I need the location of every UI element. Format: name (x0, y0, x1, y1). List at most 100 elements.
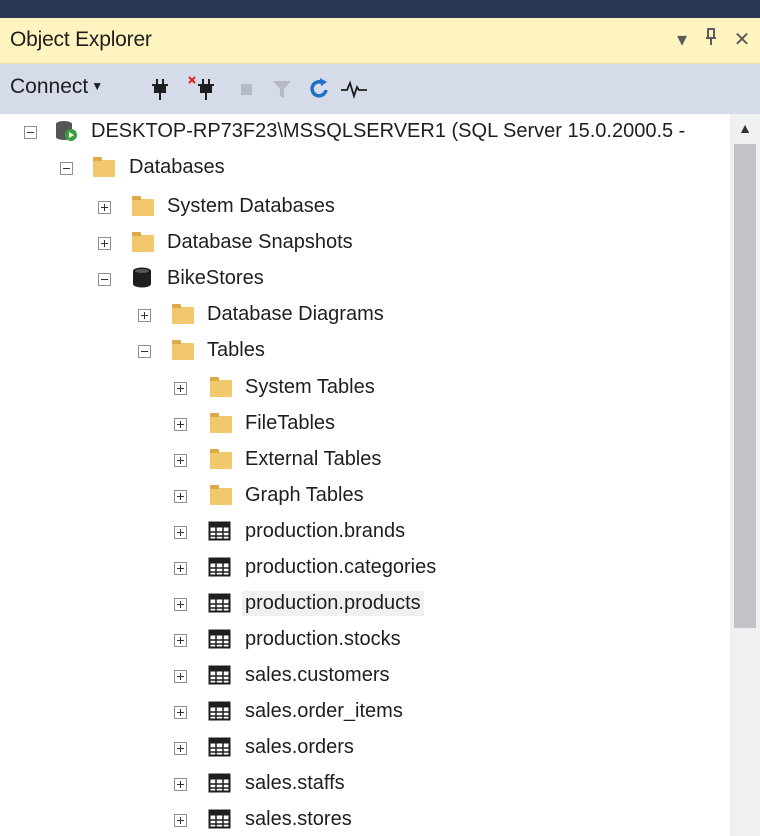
expand-toggle[interactable] (98, 237, 111, 250)
databases-label: Databases (129, 156, 225, 178)
folder-icon (172, 304, 194, 324)
chevron-down-icon: ▼ (91, 79, 104, 93)
tree-node-database-snapshots[interactable]: Database Snapshots (0, 225, 730, 261)
table-label: production.stocks (245, 628, 401, 650)
expand-toggle[interactable] (98, 201, 111, 214)
collapse-toggle[interactable] (24, 126, 37, 139)
table-icon (208, 700, 232, 722)
object-explorer-tree: DESKTOP-RP73F23\MSSQLSERVER1 (SQL Server… (0, 114, 730, 836)
tree-node-table[interactable]: production.brands (0, 514, 730, 550)
tree-node-system-tables[interactable]: System Tables (0, 370, 730, 406)
tree-node-filetables[interactable]: FileTables (0, 406, 730, 442)
server-connected-icon (54, 120, 78, 142)
object-explorer-toolbar: Connect ▼ (0, 64, 760, 114)
table-icon (208, 592, 232, 614)
tree-node-table[interactable]: sales.staffs (0, 766, 730, 802)
database-snapshots-label: Database Snapshots (167, 231, 353, 253)
expand-toggle[interactable] (174, 598, 187, 611)
expand-toggle[interactable] (174, 778, 187, 791)
folder-icon (93, 157, 115, 177)
table-icon (208, 556, 232, 578)
folder-label: FileTables (245, 412, 336, 434)
expand-toggle[interactable] (174, 670, 187, 683)
table-label: production.brands (245, 520, 406, 542)
collapse-toggle[interactable] (138, 345, 151, 358)
expand-toggle[interactable] (174, 382, 187, 395)
table-label: sales.stores (245, 808, 352, 830)
folder-icon (210, 413, 232, 433)
expand-toggle[interactable] (174, 454, 187, 467)
collapse-toggle[interactable] (60, 162, 73, 175)
table-icon (208, 808, 232, 830)
collapse-toggle[interactable] (98, 273, 111, 286)
connect-plug-icon[interactable] (148, 76, 172, 102)
connect-dropdown-button[interactable]: Connect ▼ (10, 75, 103, 99)
stop-icon[interactable] (236, 76, 260, 102)
folder-icon (132, 196, 154, 216)
tree-node-system-databases[interactable]: System Databases (0, 189, 730, 225)
folder-icon (132, 232, 154, 252)
folder-label: Graph Tables (245, 484, 364, 506)
table-icon (208, 664, 232, 686)
tables-label: Tables (207, 339, 265, 361)
tree-node-external-tables[interactable]: External Tables (0, 442, 730, 478)
window-position-dropdown-icon[interactable]: ▾ (671, 27, 693, 52)
scroll-up-arrow-icon[interactable]: ▲ (730, 114, 760, 142)
server-label: DESKTOP-RP73F23\MSSQLSERVER1 (SQL Server… (91, 120, 686, 142)
window-top-strip (0, 0, 760, 18)
expand-toggle[interactable] (174, 634, 187, 647)
expand-toggle[interactable] (174, 562, 187, 575)
vertical-scrollbar[interactable]: ▲ (730, 114, 760, 836)
table-label: sales.orders (245, 736, 354, 758)
activity-monitor-icon[interactable] (340, 76, 368, 102)
auto-hide-pin-icon[interactable] (700, 27, 722, 53)
system-databases-label: System Databases (167, 195, 335, 217)
close-icon[interactable]: ✕ (731, 27, 753, 52)
tree-node-databases[interactable]: Databases (0, 150, 730, 186)
folder-icon (210, 377, 232, 397)
tree-node-tables[interactable]: Tables (0, 333, 730, 369)
refresh-icon[interactable] (308, 76, 332, 102)
folder-label: System Tables (245, 376, 375, 398)
table-label: sales.staffs (245, 772, 345, 794)
database-icon (132, 267, 156, 289)
table-icon (208, 628, 232, 650)
tree-node-table[interactable]: sales.orders (0, 730, 730, 766)
table-label: production.products (242, 591, 424, 616)
bikestores-label: BikeStores (167, 267, 264, 289)
expand-toggle[interactable] (174, 526, 187, 539)
tree-node-graph-tables[interactable]: Graph Tables (0, 478, 730, 514)
filter-icon[interactable] (270, 76, 294, 102)
expand-toggle[interactable] (174, 490, 187, 503)
tree-node-table-selected[interactable]: production.products (0, 586, 730, 622)
tree-node-table[interactable]: sales.customers (0, 658, 730, 694)
tree-node-table[interactable]: production.stocks (0, 622, 730, 658)
expand-toggle[interactable] (174, 742, 187, 755)
tree-node-table[interactable]: sales.order_items (0, 694, 730, 730)
connect-label: Connect (10, 75, 89, 98)
expand-toggle[interactable] (174, 706, 187, 719)
database-diagrams-label: Database Diagrams (207, 303, 384, 325)
tree-node-bikestores[interactable]: BikeStores (0, 261, 730, 297)
table-icon (208, 772, 232, 794)
tree-node-table[interactable]: sales.stores (0, 802, 730, 836)
tree-node-table[interactable]: production.categories (0, 550, 730, 586)
tree-node-database-diagrams[interactable]: Database Diagrams (0, 297, 730, 333)
table-label: sales.order_items (245, 700, 403, 722)
object-explorer-titlebar: Object Explorer ▾ ✕ (0, 18, 760, 64)
expand-toggle[interactable] (138, 309, 151, 322)
table-icon (208, 520, 232, 542)
table-icon (208, 736, 232, 758)
folder-icon (210, 485, 232, 505)
expand-toggle[interactable] (174, 418, 187, 431)
tree-node-server[interactable]: DESKTOP-RP73F23\MSSQLSERVER1 (SQL Server… (0, 114, 730, 150)
folder-label: External Tables (245, 448, 382, 470)
folder-icon (172, 340, 194, 360)
table-label: production.categories (245, 556, 437, 578)
panel-title: Object Explorer (10, 28, 152, 51)
folder-icon (210, 449, 232, 469)
scrollbar-thumb[interactable] (734, 144, 756, 628)
expand-toggle[interactable] (174, 814, 187, 827)
table-label: sales.customers (245, 664, 390, 686)
disconnect-plug-icon[interactable] (188, 76, 218, 102)
